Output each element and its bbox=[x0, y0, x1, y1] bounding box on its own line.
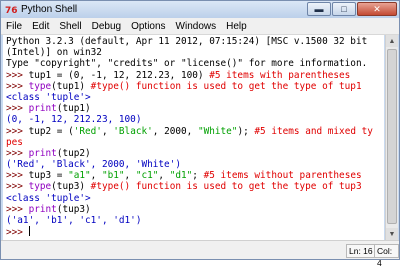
shell-line: >>> print(tup3) bbox=[6, 204, 384, 215]
shell-text: pes bbox=[6, 136, 23, 148]
status-line: Ln: 16 bbox=[346, 244, 376, 258]
close-icon: ✕ bbox=[373, 3, 381, 14]
shell-line: pes bbox=[6, 137, 384, 148]
shell-text: , 2000, bbox=[152, 125, 198, 137]
shell-line: >>> bbox=[6, 226, 384, 239]
shell-text: , bbox=[124, 170, 136, 182]
shell-text: (Intel)] on win32 bbox=[6, 47, 102, 59]
shell-text: Type "copyright", "credits" or "license(… bbox=[6, 58, 368, 70]
shell-text: <class 'tuple'> bbox=[6, 192, 91, 204]
shell-text: print bbox=[28, 147, 57, 159]
shell-text: #type() function is used to get the type… bbox=[90, 80, 362, 92]
shell-text: #5 items with parentheses bbox=[209, 69, 351, 81]
shell-text: , bbox=[158, 170, 170, 182]
close-button[interactable]: ✕ bbox=[357, 2, 397, 16]
shell-prompt: >>> bbox=[6, 80, 29, 92]
minimize-icon: ▬ bbox=[314, 4, 324, 14]
shell-line: >>> tup3 = "a1", "b1", "c1", "d1"; #5 it… bbox=[6, 170, 384, 181]
menu-file[interactable]: File bbox=[1, 21, 27, 32]
shell-text: <class 'tuple'> bbox=[6, 91, 91, 103]
shell-text: ('Red', 'Black', 2000, 'White') bbox=[6, 159, 181, 171]
menu-shell[interactable]: Shell bbox=[54, 21, 86, 32]
shell-prompt: >>> bbox=[6, 125, 29, 137]
scroll-down-icon[interactable]: ▼ bbox=[386, 228, 398, 240]
shell-line: ('a1', 'b1', 'c1', 'd1') bbox=[6, 215, 384, 226]
menu-help[interactable]: Help bbox=[221, 21, 252, 32]
shell-text: tup2 = ( bbox=[28, 125, 74, 137]
shell-text: (tup3) bbox=[51, 181, 91, 193]
shell-text: , bbox=[90, 170, 102, 182]
shell-text: ); bbox=[237, 125, 255, 137]
shell-text: (tup1) bbox=[51, 80, 91, 92]
shell-text: 'Red' bbox=[73, 125, 102, 137]
maximize-icon: □ bbox=[341, 4, 347, 14]
shell-prompt: >>> bbox=[6, 69, 29, 81]
shell-text: (tup1) bbox=[56, 103, 91, 115]
shell-line: >>> tup1 = (0, -1, 12, 212.23, 100) #5 i… bbox=[6, 70, 384, 81]
shell-prompt: >>> bbox=[6, 203, 29, 215]
shell-text: print bbox=[28, 203, 57, 215]
shell-line: >>> type(tup1) #type() function is used … bbox=[6, 81, 384, 92]
shell-text: "a1" bbox=[68, 170, 91, 182]
shell-line: Type "copyright", "credits" or "license(… bbox=[6, 58, 384, 69]
shell-line: <class 'tuple'> bbox=[6, 92, 384, 103]
shell-text: "c1" bbox=[135, 170, 159, 182]
shell-text: Python 3.2.3 (default, Apr 11 2012, 07:1… bbox=[6, 36, 368, 47]
shell-line: <class 'tuple'> bbox=[6, 193, 384, 204]
shell-prompt: >>> bbox=[6, 181, 29, 193]
svg-text:76: 76 bbox=[5, 6, 18, 16]
shell-text: "White" bbox=[197, 125, 238, 137]
shell-text: "b1" bbox=[101, 170, 125, 182]
menu-edit[interactable]: Edit bbox=[27, 21, 54, 32]
scroll-up-icon[interactable]: ▲ bbox=[386, 35, 398, 47]
shell-text: type bbox=[28, 181, 52, 193]
shell-prompt: >>> bbox=[6, 147, 29, 159]
shell-line: (0, -1, 12, 212.23, 100) bbox=[6, 114, 384, 125]
shell-prompt: >>> bbox=[6, 103, 29, 115]
text-cursor bbox=[28, 226, 30, 237]
menu-options[interactable]: Options bbox=[126, 21, 170, 32]
shell-line: (Intel)] on win32 bbox=[6, 47, 384, 58]
vertical-scrollbar[interactable]: ▲ ▼ bbox=[385, 35, 398, 240]
scroll-thumb[interactable] bbox=[387, 49, 397, 224]
shell-text-area[interactable]: Python 3.2.3 (default, Apr 11 2012, 07:1… bbox=[3, 35, 384, 240]
shell-text: "d1" bbox=[169, 170, 193, 182]
shell-text: , bbox=[101, 125, 114, 137]
python-shell-window: 76 Python Shell ▬ □ ✕ File Edit Shell De… bbox=[0, 0, 400, 268]
shell-text: 'Black' bbox=[113, 125, 153, 137]
shell-line: >>> tup2 = ('Red', 'Black', 2000, "White… bbox=[6, 126, 384, 137]
shell-line: >>> type(tup3) #type() function is used … bbox=[6, 181, 384, 192]
shell-text: #5 items without parentheses bbox=[203, 170, 362, 182]
title-bar[interactable]: 76 Python Shell ▬ □ ✕ bbox=[1, 1, 399, 18]
minimize-button[interactable]: ▬ bbox=[307, 2, 331, 16]
shell-line: ('Red', 'Black', 2000, 'White') bbox=[6, 159, 384, 170]
shell-line: Python 3.2.3 (default, Apr 11 2012, 07:1… bbox=[6, 36, 384, 47]
shell-text: (tup3) bbox=[56, 203, 91, 215]
shell-text: tup3 = bbox=[28, 170, 69, 182]
shell-prompt: >>> bbox=[6, 227, 29, 239]
python-idle-icon: 76 bbox=[4, 3, 18, 17]
shell-text: print bbox=[28, 103, 57, 115]
menu-bar: File Edit Shell Debug Options Windows He… bbox=[1, 18, 399, 35]
shell-text: type bbox=[28, 80, 52, 92]
shell-text: (0, -1, 12, 212.23, 100) bbox=[6, 114, 142, 126]
shell-text: #5 items and mixed ty bbox=[254, 125, 373, 137]
shell-text: ; bbox=[192, 170, 204, 182]
menu-windows[interactable]: Windows bbox=[171, 21, 222, 32]
menu-debug[interactable]: Debug bbox=[87, 21, 126, 32]
shell-text: ('a1', 'b1', 'c1', 'd1') bbox=[6, 215, 142, 226]
shell-text: #type() function is used to get the type… bbox=[90, 181, 362, 193]
shell-text: tup1 = (0, -1, 12, 212.23, 100) bbox=[28, 69, 210, 81]
shell-line: >>> print(tup2) bbox=[6, 148, 384, 159]
window-title: Python Shell bbox=[21, 4, 78, 15]
shell-line: >>> print(tup1) bbox=[6, 103, 384, 114]
maximize-button[interactable]: □ bbox=[332, 2, 356, 16]
status-bar: Ln: 16 Col: 4 bbox=[1, 240, 399, 268]
shell-text: (tup2) bbox=[56, 147, 91, 159]
shell-prompt: >>> bbox=[6, 170, 29, 182]
status-col: Col: 4 bbox=[374, 244, 399, 268]
